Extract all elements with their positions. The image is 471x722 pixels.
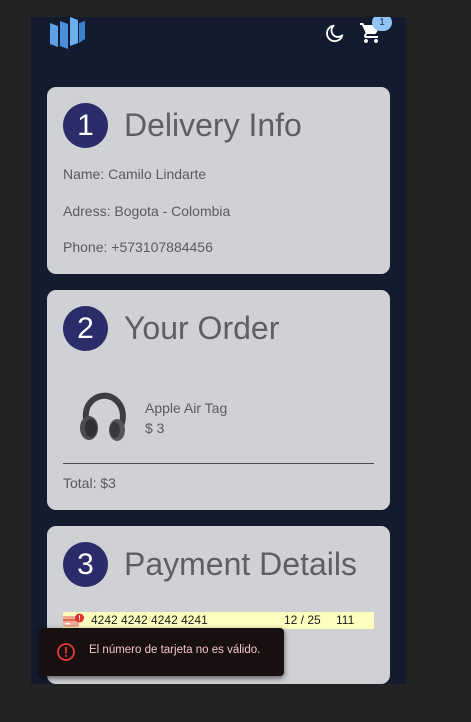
order-total: Total: $3	[63, 475, 116, 491]
order-divider	[63, 463, 374, 464]
delivery-phone: Phone: +573107884456	[63, 239, 213, 255]
delivery-address: Adress: Bogota - Colombia	[63, 203, 231, 219]
error-circle-icon	[57, 643, 75, 661]
card-cvc-input[interactable]: 111	[336, 613, 354, 627]
card-number-input[interactable]: 4242 4242 4242 4241	[91, 613, 208, 627]
brand-logo-icon[interactable]	[48, 17, 86, 49]
step-number: 1	[63, 103, 108, 148]
card-error-icon	[63, 613, 84, 627]
checkout-app: 1 1 Delivery Info Name: Camilo Lindarte …	[31, 17, 406, 684]
card-expiry-input[interactable]: 12 / 25	[284, 613, 321, 627]
payment-title: Payment Details	[124, 546, 357, 582]
headphones-image	[80, 392, 126, 441]
product-price: $ 3	[145, 420, 165, 436]
card-input-field[interactable]: 4242 4242 4242 4241 12 / 25 111	[63, 612, 374, 629]
order-card: 2 Your Order Apple Air Tag $ 3 Total: $3	[47, 290, 390, 510]
error-toast[interactable]: El número de tarjeta no es válido.	[39, 628, 284, 676]
step-number: 2	[63, 306, 108, 351]
product-name: Apple Air Tag	[145, 400, 228, 416]
cart-count-badge: 1	[372, 17, 392, 31]
header: 1	[31, 17, 406, 67]
order-title: Your Order	[124, 310, 280, 346]
step-number: 3	[63, 542, 108, 587]
error-message: El número de tarjeta no es válido.	[89, 644, 261, 656]
moon-icon[interactable]	[324, 22, 346, 44]
delivery-info-card: 1 Delivery Info Name: Camilo Lindarte Ad…	[47, 87, 390, 274]
delivery-title: Delivery Info	[124, 107, 302, 143]
delivery-name: Name: Camilo Lindarte	[63, 166, 207, 182]
